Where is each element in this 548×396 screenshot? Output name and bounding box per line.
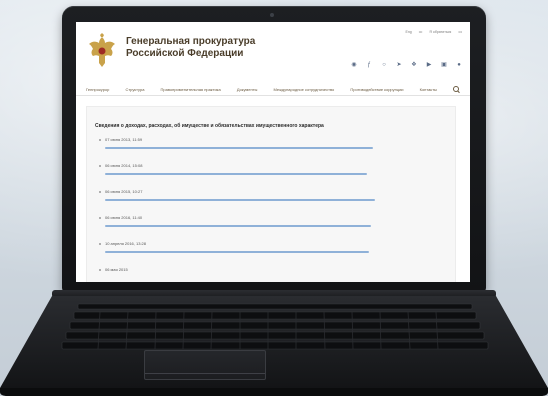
nav-item-practice[interactable]: Правоприменительная практика: [161, 87, 221, 92]
touchpad-buttons[interactable]: [145, 373, 265, 379]
item-date: 06 мая 2015: [105, 267, 128, 272]
vk-icon[interactable]: ◉: [351, 62, 357, 68]
language-link[interactable]: Eng: [405, 30, 411, 34]
document-list: 07 июня 2013, 11:59 06 июня 2014, 15:08 …: [99, 137, 429, 282]
top-link-2[interactable]: •••: [419, 30, 423, 34]
laptop-lid: Генеральная прокуратура Российской Федер…: [62, 6, 486, 292]
nav-item-anticorruption[interactable]: Противодействие коррупции: [350, 87, 403, 92]
top-links: Eng ••• Я обратиться •••: [405, 30, 462, 34]
youtube-icon[interactable]: ▶: [426, 62, 432, 68]
document-link[interactable]: [105, 225, 371, 227]
double-headed-eagle-emblem-icon[interactable]: [87, 33, 117, 69]
facebook-icon[interactable]: ƒ: [366, 62, 372, 68]
nav-item-structure[interactable]: Структура: [125, 87, 144, 92]
search-icon[interactable]: [452, 86, 460, 93]
webcam-icon: [270, 13, 274, 17]
item-date: 06 июня 2014, 15:08: [105, 163, 143, 168]
site-title-line2: Российской Федерации: [126, 48, 244, 59]
touchpad[interactable]: [144, 350, 266, 380]
bullet-icon: [99, 269, 101, 271]
nav-item-international[interactable]: Международное сотрудничество: [274, 87, 335, 92]
item-date: 10 апреля 2016, 13:28: [105, 241, 147, 246]
laptop-screen: Генеральная прокуратура Российской Федер…: [76, 22, 470, 282]
document-link[interactable]: [105, 251, 369, 253]
telegram-icon[interactable]: ➤: [396, 62, 402, 68]
instagram-icon[interactable]: ▣: [441, 62, 447, 68]
social-links: ◉ ƒ ○ ➤ ❖ ▶ ▣ ●: [351, 62, 462, 68]
list-item: 06 июня 2014, 15:08: [99, 163, 429, 189]
list-item: 06 июня 2016, 11:40: [99, 215, 429, 241]
twitter-icon[interactable]: ❖: [411, 62, 417, 68]
keyboard[interactable]: [60, 302, 490, 350]
item-date: 07 июня 2013, 11:59: [105, 137, 143, 142]
ok-icon[interactable]: ○: [381, 62, 387, 68]
bullet-icon: [99, 243, 101, 245]
site-title[interactable]: Генеральная прокуратура Российской Федер…: [126, 36, 255, 60]
nav-item-prosecutor-general[interactable]: Генпрокурор: [86, 87, 109, 92]
top-link-4[interactable]: •••: [458, 30, 462, 34]
document-link[interactable]: [105, 147, 373, 149]
rutube-icon[interactable]: ●: [456, 62, 462, 68]
nav-item-contacts[interactable]: Контакты: [420, 87, 437, 92]
item-date: 06 июня 2016, 11:40: [105, 215, 143, 220]
main-nav: Генпрокурор Структура Правоприменительна…: [76, 84, 470, 96]
bullet-icon: [99, 217, 101, 219]
bullet-icon: [99, 139, 101, 141]
item-date: 06 июня 2015, 10:27: [105, 189, 143, 194]
bullet-icon: [99, 165, 101, 167]
document-link[interactable]: [105, 199, 375, 201]
bullet-icon: [99, 191, 101, 193]
site-header: Генеральная прокуратура Российской Федер…: [76, 22, 470, 82]
list-item: 07 июня 2013, 11:59: [99, 137, 429, 163]
appeal-link[interactable]: Я обратиться: [429, 30, 451, 34]
site-title-line1: Генеральная прокуратура: [126, 36, 256, 47]
list-item: 06 июня 2015, 10:27: [99, 189, 429, 215]
list-item: 06 мая 2015: [99, 267, 429, 282]
nav-item-documents[interactable]: Документы: [237, 87, 258, 92]
page-heading: Сведения о доходах, расходах, об имущест…: [95, 123, 324, 129]
document-link[interactable]: [105, 173, 367, 175]
list-item: 10 апреля 2016, 13:28: [99, 241, 429, 267]
page-content: Сведения о доходах, расходах, об имущест…: [86, 106, 456, 282]
